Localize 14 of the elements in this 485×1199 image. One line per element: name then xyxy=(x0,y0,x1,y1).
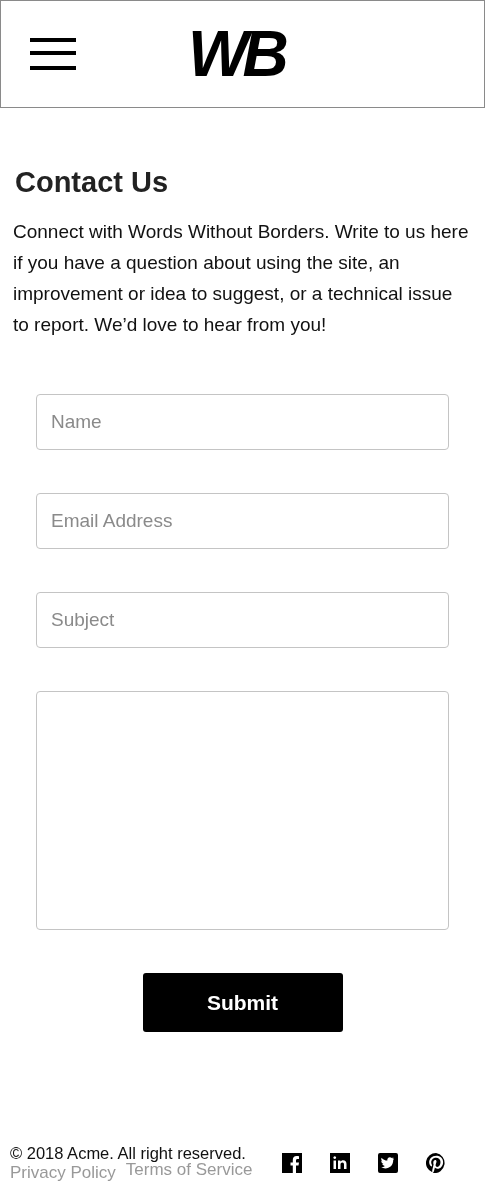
input-field[interactable]: Email Address xyxy=(36,493,449,549)
facebook-icon[interactable] xyxy=(282,1153,303,1173)
logo[interactable]: WB xyxy=(188,22,283,86)
copyright-text: © 2018 Acme. All right reserved. xyxy=(10,1143,247,1162)
intro-paragraph: Connect with Words Without Borders. Write to us here if you have a question about using the site, an improvement or idea to suggest, or a technical issue to report. We’d love to hear from you! xyxy=(13,220,470,337)
pinterest-icon[interactable] xyxy=(426,1153,447,1173)
submit-button[interactable]: Submit xyxy=(142,973,343,1032)
twitter-icon[interactable] xyxy=(378,1153,399,1173)
menu-icon[interactable] xyxy=(30,38,76,70)
message-field[interactable] xyxy=(36,691,449,930)
input-field[interactable]: Name xyxy=(36,394,449,450)
input-field[interactable]: Subject xyxy=(36,592,449,648)
page-title: Contact Us xyxy=(15,165,170,200)
linkedin-icon[interactable] xyxy=(330,1153,351,1173)
